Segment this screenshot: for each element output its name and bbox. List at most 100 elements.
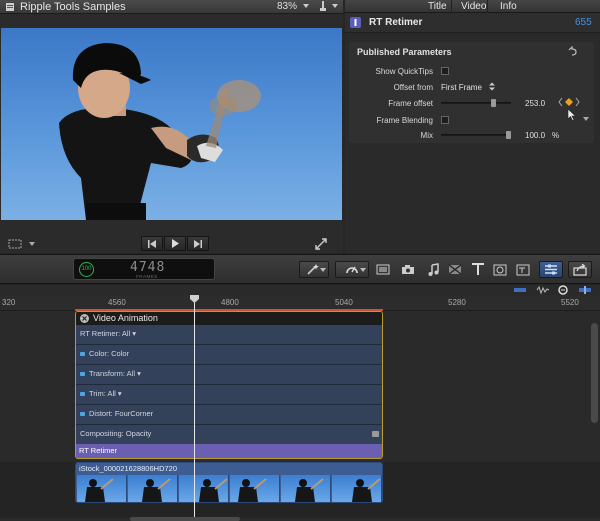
lane-label: Color: Color [80, 349, 129, 358]
lane-menu-icon[interactable] [372, 431, 379, 437]
frame-offset-thumb[interactable] [491, 99, 497, 107]
timecode-display[interactable]: 100 4748 FRAMES [73, 258, 215, 280]
skip-back-icon [148, 239, 156, 248]
snapping-icon[interactable] [579, 286, 591, 294]
mix-unit: % [552, 131, 560, 140]
generators-icon[interactable] [491, 262, 509, 277]
effect-name: RT Retimer [369, 17, 423, 28]
view-mode-chevron-icon[interactable] [28, 240, 36, 248]
view-options-chevron-icon[interactable] [331, 2, 339, 10]
compound-clip[interactable]: Video Animation RT Retimer: All ▾ Color: … [75, 311, 383, 459]
themes-icon[interactable] [514, 262, 532, 277]
lane-chevron-icon[interactable]: ▾ [116, 389, 122, 398]
timecode-unit: FRAMES [136, 274, 158, 279]
frame-offset-value[interactable]: 253.0 [525, 99, 545, 108]
clip-appearance-icon[interactable] [514, 286, 526, 294]
timeline-panel: 320 4560 4800 5040 5280 5520 Video Anima… [0, 285, 600, 521]
zoom-level[interactable]: 83% [277, 1, 297, 12]
frame-offset-label: Frame offset [388, 99, 433, 108]
tab-divider [487, 0, 488, 13]
previous-edit-button[interactable] [141, 236, 163, 251]
published-parameters-section: Published Parameters Show QuickTips Offs… [349, 42, 594, 143]
inspector-panel: Title Video Info RT Retimer 655 Publishe… [345, 0, 600, 253]
speed-icon [346, 266, 358, 274]
inspector-header: RT Retimer 655 [345, 13, 600, 33]
animation-lane[interactable]: RT Retimer: All ▾ [76, 325, 382, 345]
horizontal-scrollbar[interactable] [130, 517, 240, 521]
effect-bar[interactable]: RT Retimer [76, 444, 382, 458]
play-icon [171, 239, 179, 248]
tab-video[interactable]: Video [461, 1, 486, 12]
camera-icon[interactable] [399, 262, 417, 277]
retime-chevron-icon[interactable] [360, 267, 366, 273]
lane-label: Compositing: Opacity [80, 429, 151, 438]
solo-icon[interactable] [557, 285, 569, 295]
mix-value[interactable]: 100.0 [525, 131, 545, 140]
fullscreen-icon[interactable] [314, 237, 328, 251]
timeline-index-button[interactable] [539, 261, 563, 278]
mix-slider[interactable] [441, 131, 511, 139]
close-icon[interactable] [80, 314, 89, 323]
select-arrows-icon[interactable] [489, 82, 495, 91]
playhead-marker-icon[interactable] [190, 295, 199, 303]
titles-icon[interactable] [469, 262, 487, 277]
ruler-label: 320 [2, 298, 16, 307]
tab-info[interactable]: Info [500, 1, 517, 12]
mix-thumb[interactable] [506, 131, 511, 139]
tool-chevron-icon[interactable] [320, 267, 326, 273]
animation-lane[interactable]: Color: Color [76, 345, 382, 365]
lane-chevron-icon[interactable]: ▾ [135, 369, 141, 378]
frame-offset-slider[interactable] [441, 99, 511, 107]
audio-skimming-icon[interactable] [536, 286, 550, 294]
tab-divider [451, 0, 452, 13]
timeline-ruler[interactable]: 320 4560 4800 5040 5280 5520 [0, 295, 600, 311]
show-quicktips-checkbox[interactable] [441, 67, 449, 75]
thumbnail-frame [128, 475, 178, 502]
offset-from-select[interactable]: First Frame [441, 83, 482, 92]
next-edit-button[interactable] [187, 236, 209, 251]
index-icon [545, 264, 557, 275]
thumbnail-frame [230, 475, 280, 502]
animation-lane[interactable]: Transform: All ▾ [76, 365, 382, 385]
timeline-scrollbar[interactable] [591, 323, 598, 423]
transport-bar [0, 236, 343, 253]
filmstrip-icon[interactable] [374, 262, 392, 277]
animation-lane[interactable]: Distort: FourCorner [76, 405, 382, 425]
thumbnail-frame [332, 475, 382, 502]
lane-label: Trim: All ▾ [80, 389, 122, 398]
animation-lane[interactable]: Trim: All ▾ [76, 385, 382, 405]
ruler-label: 4800 [221, 298, 239, 307]
share-button[interactable] [568, 261, 592, 278]
view-options-icon[interactable] [318, 1, 328, 12]
lane-label: Distort: FourCorner [80, 409, 153, 418]
reset-icon[interactable] [567, 46, 577, 56]
viewer-title-bar: Ripple Tools Samples 83% [0, 0, 343, 14]
view-mode-icon[interactable] [8, 238, 22, 250]
play-button[interactable] [164, 236, 186, 251]
mix-label: Mix [420, 131, 433, 140]
more-chevron-icon[interactable] [583, 116, 589, 122]
music-icon[interactable] [424, 262, 442, 277]
lane-label-text: Trim: All [89, 389, 116, 398]
timecode-value: 4748 [130, 260, 166, 275]
animation-lane[interactable]: Compositing: Opacity [76, 425, 382, 445]
playhead[interactable] [194, 295, 195, 521]
compound-clip-title: Video Animation [93, 313, 158, 323]
lane-label-text: RT Retimer: All [80, 329, 131, 338]
frame-blending-checkbox[interactable] [441, 116, 449, 124]
lane-dot-icon [80, 352, 85, 356]
video-clip[interactable]: iStock_000021628806HD720 [75, 462, 383, 503]
ruler-label: 4560 [108, 298, 126, 307]
keyframe-nav-icon[interactable] [558, 97, 580, 107]
lane-dot-icon [80, 392, 85, 396]
section-title: Published Parameters [357, 47, 452, 57]
zoom-chevron-icon[interactable] [302, 2, 310, 10]
effect-value: 655 [575, 17, 592, 28]
transitions-icon[interactable] [446, 262, 464, 277]
lane-dot-icon [80, 412, 85, 416]
ruler-label: 5040 [335, 298, 353, 307]
ruler-label: 5520 [561, 298, 579, 307]
tab-title[interactable]: Title [428, 1, 447, 12]
skip-forward-icon [194, 239, 202, 248]
lane-chevron-icon[interactable]: ▾ [130, 329, 136, 338]
